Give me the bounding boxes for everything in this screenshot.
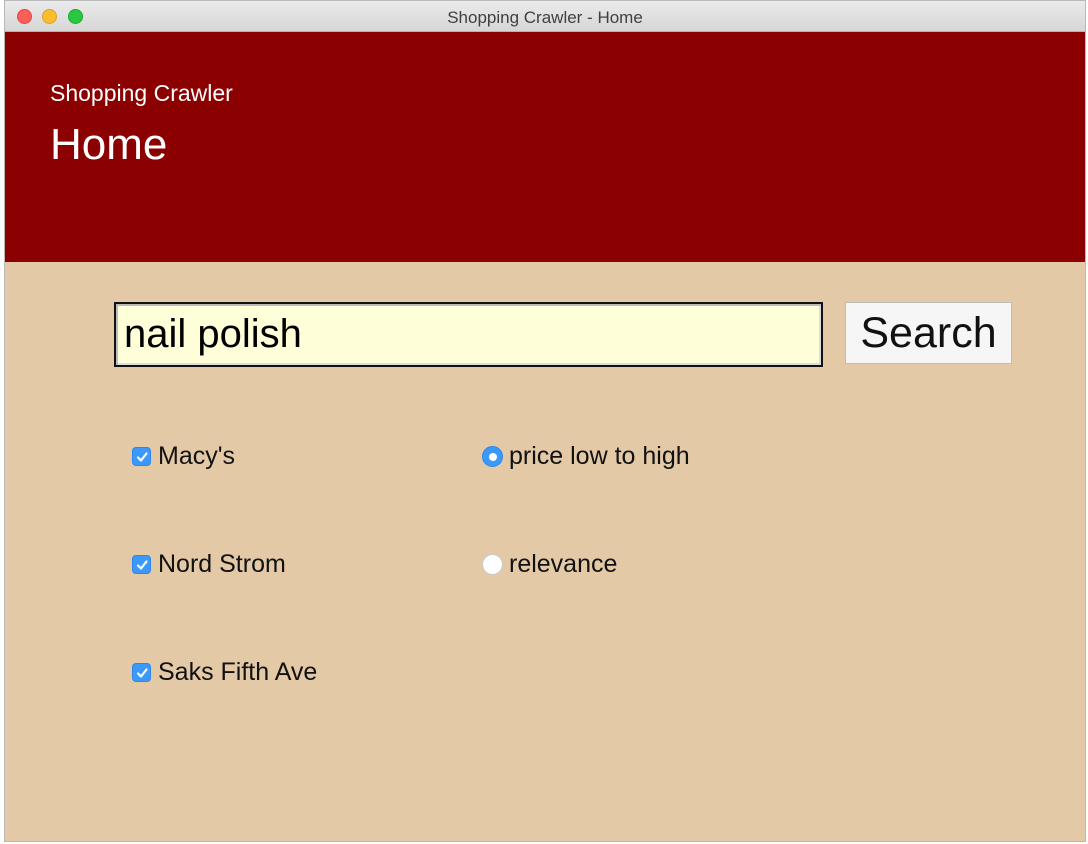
store-option-saks[interactable]: Saks Fifth Ave <box>132 658 317 687</box>
price-radio[interactable] <box>482 446 503 467</box>
sort-option-label: price low to high <box>509 442 690 470</box>
store-option-label: Saks Fifth Ave <box>158 658 318 686</box>
saks-checkbox[interactable] <box>132 663 151 682</box>
store-option-label: Nord Strom <box>158 550 286 578</box>
nordstrom-checkbox[interactable] <box>132 555 151 574</box>
radio-dot-icon <box>488 452 497 461</box>
sort-option-price[interactable]: price low to high <box>482 442 690 471</box>
sort-option-label: relevance <box>509 550 618 578</box>
page-header: Shopping Crawler Home <box>5 32 1085 262</box>
app-window: Shopping Crawler - Home Shopping Crawler… <box>4 0 1086 842</box>
store-option-macys[interactable]: Macy's <box>132 442 235 471</box>
app-name: Shopping Crawler <box>50 80 233 106</box>
search-input[interactable] <box>114 302 823 367</box>
search-button[interactable]: Search <box>845 302 1012 364</box>
window-title: Shopping Crawler - Home <box>447 8 643 27</box>
checkmark-icon <box>136 559 148 570</box>
title-bar[interactable]: Shopping Crawler - Home <box>5 1 1085 32</box>
page-title: Home <box>50 120 168 169</box>
relevance-radio[interactable] <box>482 554 503 575</box>
store-option-label: Macy's <box>158 442 236 470</box>
store-option-nordstrom[interactable]: Nord Strom <box>132 550 286 579</box>
macys-checkbox[interactable] <box>132 447 151 466</box>
checkmark-icon <box>136 451 148 462</box>
main-content: Search Macy's Nord Strom Saks Fifth Ave … <box>5 262 1085 841</box>
checkmark-icon <box>136 667 148 678</box>
sort-option-relevance[interactable]: relevance <box>482 550 617 579</box>
